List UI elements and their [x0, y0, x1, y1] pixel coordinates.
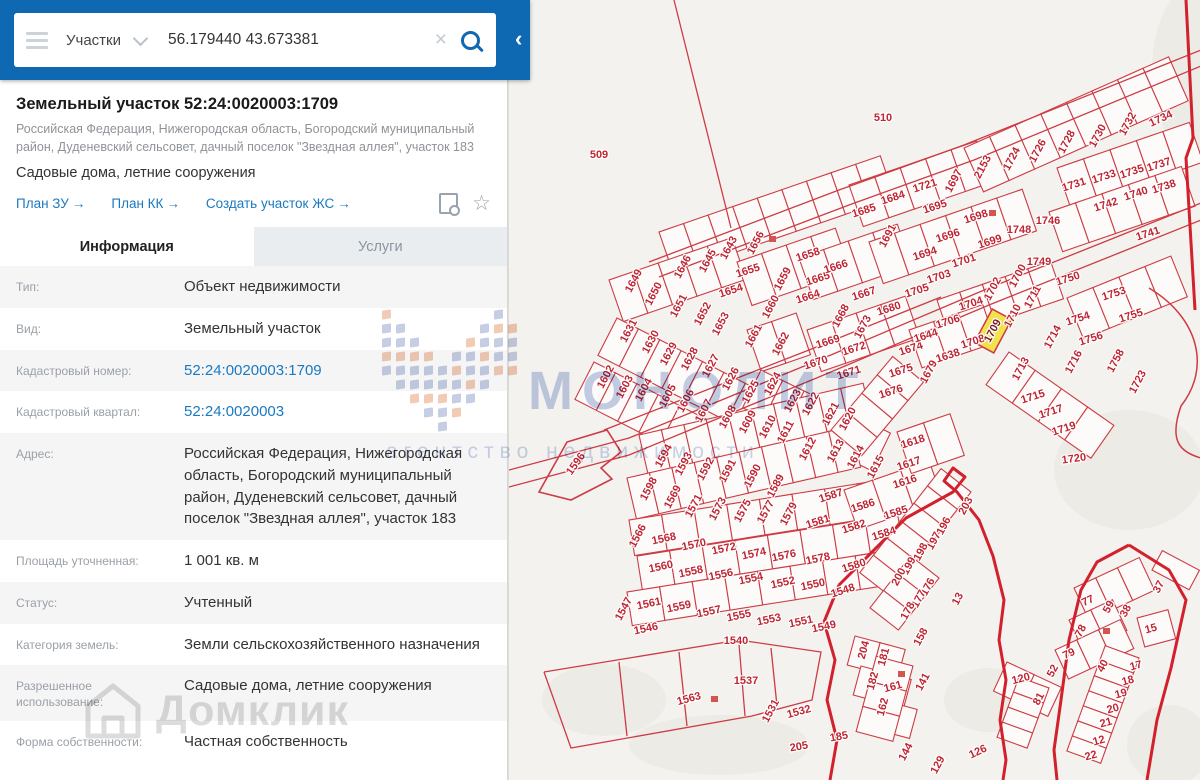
- parcel-lines-layer: [509, 0, 1200, 780]
- row-value: Частная собственность: [184, 732, 348, 750]
- search-input[interactable]: 56.179440 43.673381: [168, 31, 429, 49]
- action-link-2[interactable]: Создать участок ЖС →: [206, 196, 351, 211]
- row-label: Тип:: [16, 280, 40, 294]
- action-links: План ЗУ → План КК → Создать участок ЖС → ☆: [16, 193, 491, 216]
- map-canvas[interactable]: 509 510 1643 1656 1645 1646 1649 1650 1651 1652 16…: [508, 0, 1200, 780]
- row-label: Форма собственности:: [16, 734, 143, 749]
- parcel-usage-subtitle: Садовые дома, летние сооружения: [16, 165, 256, 181]
- row-value: Учтенный: [184, 593, 253, 611]
- row-label: Категория земель:: [16, 637, 119, 652]
- search-header: Участки 56.179440 43.673381 × ‹: [0, 0, 530, 80]
- row-value: Российская Федерация, Нижегородская обла…: [184, 445, 463, 528]
- row-label: Разрешенное использование:: [16, 679, 104, 710]
- page-title: Земельный участок 52:24:0020003:1709: [16, 95, 339, 113]
- row-value-link[interactable]: 52:24:0020003: [184, 401, 489, 423]
- tab-bar: Информация Услуги: [0, 227, 507, 266]
- row-label: Площадь уточненная:: [16, 554, 139, 568]
- cadastral-map-app: 509 510 1643 1656 1645 1646 1649 1650 1651 1652 16…: [0, 0, 1200, 780]
- header-icons: ☆: [439, 193, 491, 216]
- row-value: Земли сельскохозяйственного назначения: [184, 635, 480, 653]
- document-search-icon[interactable]: [439, 193, 461, 216]
- attributes-table: Тип: Объект недвижимости Вид: Земельный уча…: [0, 266, 507, 762]
- row-label: Вид:: [16, 321, 42, 336]
- action-link-1[interactable]: План КК →: [111, 196, 180, 211]
- row-value: Земельный участок: [184, 319, 321, 337]
- row-label: Статус:: [16, 595, 58, 610]
- table-row: Площадь уточненная: 1 001 кв. м: [0, 540, 507, 582]
- parcel-info-panel: Земельный участок 52:24:0020003:1709 Рос…: [0, 80, 508, 780]
- search-bar[interactable]: Участки 56.179440 43.673381 ×: [14, 13, 496, 67]
- table-row: Вид: Земельный участок: [0, 308, 507, 350]
- tab-services[interactable]: Услуги: [253, 227, 507, 266]
- table-row: Форма собственности: Частная собственност…: [0, 721, 507, 763]
- favorite-star-icon[interactable]: ☆: [472, 193, 491, 214]
- row-value: Объект недвижимости: [184, 278, 341, 295]
- row-label: Адрес:: [16, 447, 54, 461]
- table-row: Категория земель: Земли сельскохозяйствен…: [0, 624, 507, 666]
- chevron-down-icon[interactable]: [132, 30, 149, 46]
- row-value: Садовые дома, летние сооружения: [184, 677, 432, 695]
- table-row: Кадастровый номер: 52:24:0020003:1709: [0, 349, 507, 392]
- search-category-dropdown[interactable]: Участки: [66, 32, 121, 49]
- table-row: Разрешенное использование: Садовые дома, …: [0, 665, 507, 721]
- row-value: 1 001 кв. м: [184, 552, 259, 569]
- clear-icon[interactable]: ×: [435, 29, 447, 50]
- tab-information[interactable]: Информация: [0, 227, 254, 266]
- table-row: Кадастровый квартал: 52:24:0020003: [0, 391, 507, 433]
- action-link-0[interactable]: План ЗУ →: [16, 196, 85, 211]
- row-label: Кадастровый квартал:: [16, 405, 141, 420]
- menu-icon[interactable]: [26, 31, 48, 49]
- parcel-address-subtitle: Российская Федерация, Нижегородская обла…: [16, 122, 475, 154]
- collapse-panel-icon[interactable]: ‹: [515, 26, 529, 54]
- row-label: Кадастровый номер:: [16, 363, 132, 378]
- table-row: Адрес: Российская Федерация, Нижегородска…: [0, 433, 507, 540]
- search-icon[interactable]: [461, 30, 480, 50]
- table-row: Статус: Учтенный: [0, 581, 507, 624]
- row-value-link[interactable]: 52:24:0020003:1709: [184, 360, 489, 382]
- table-row: Тип: Объект недвижимости: [0, 266, 507, 308]
